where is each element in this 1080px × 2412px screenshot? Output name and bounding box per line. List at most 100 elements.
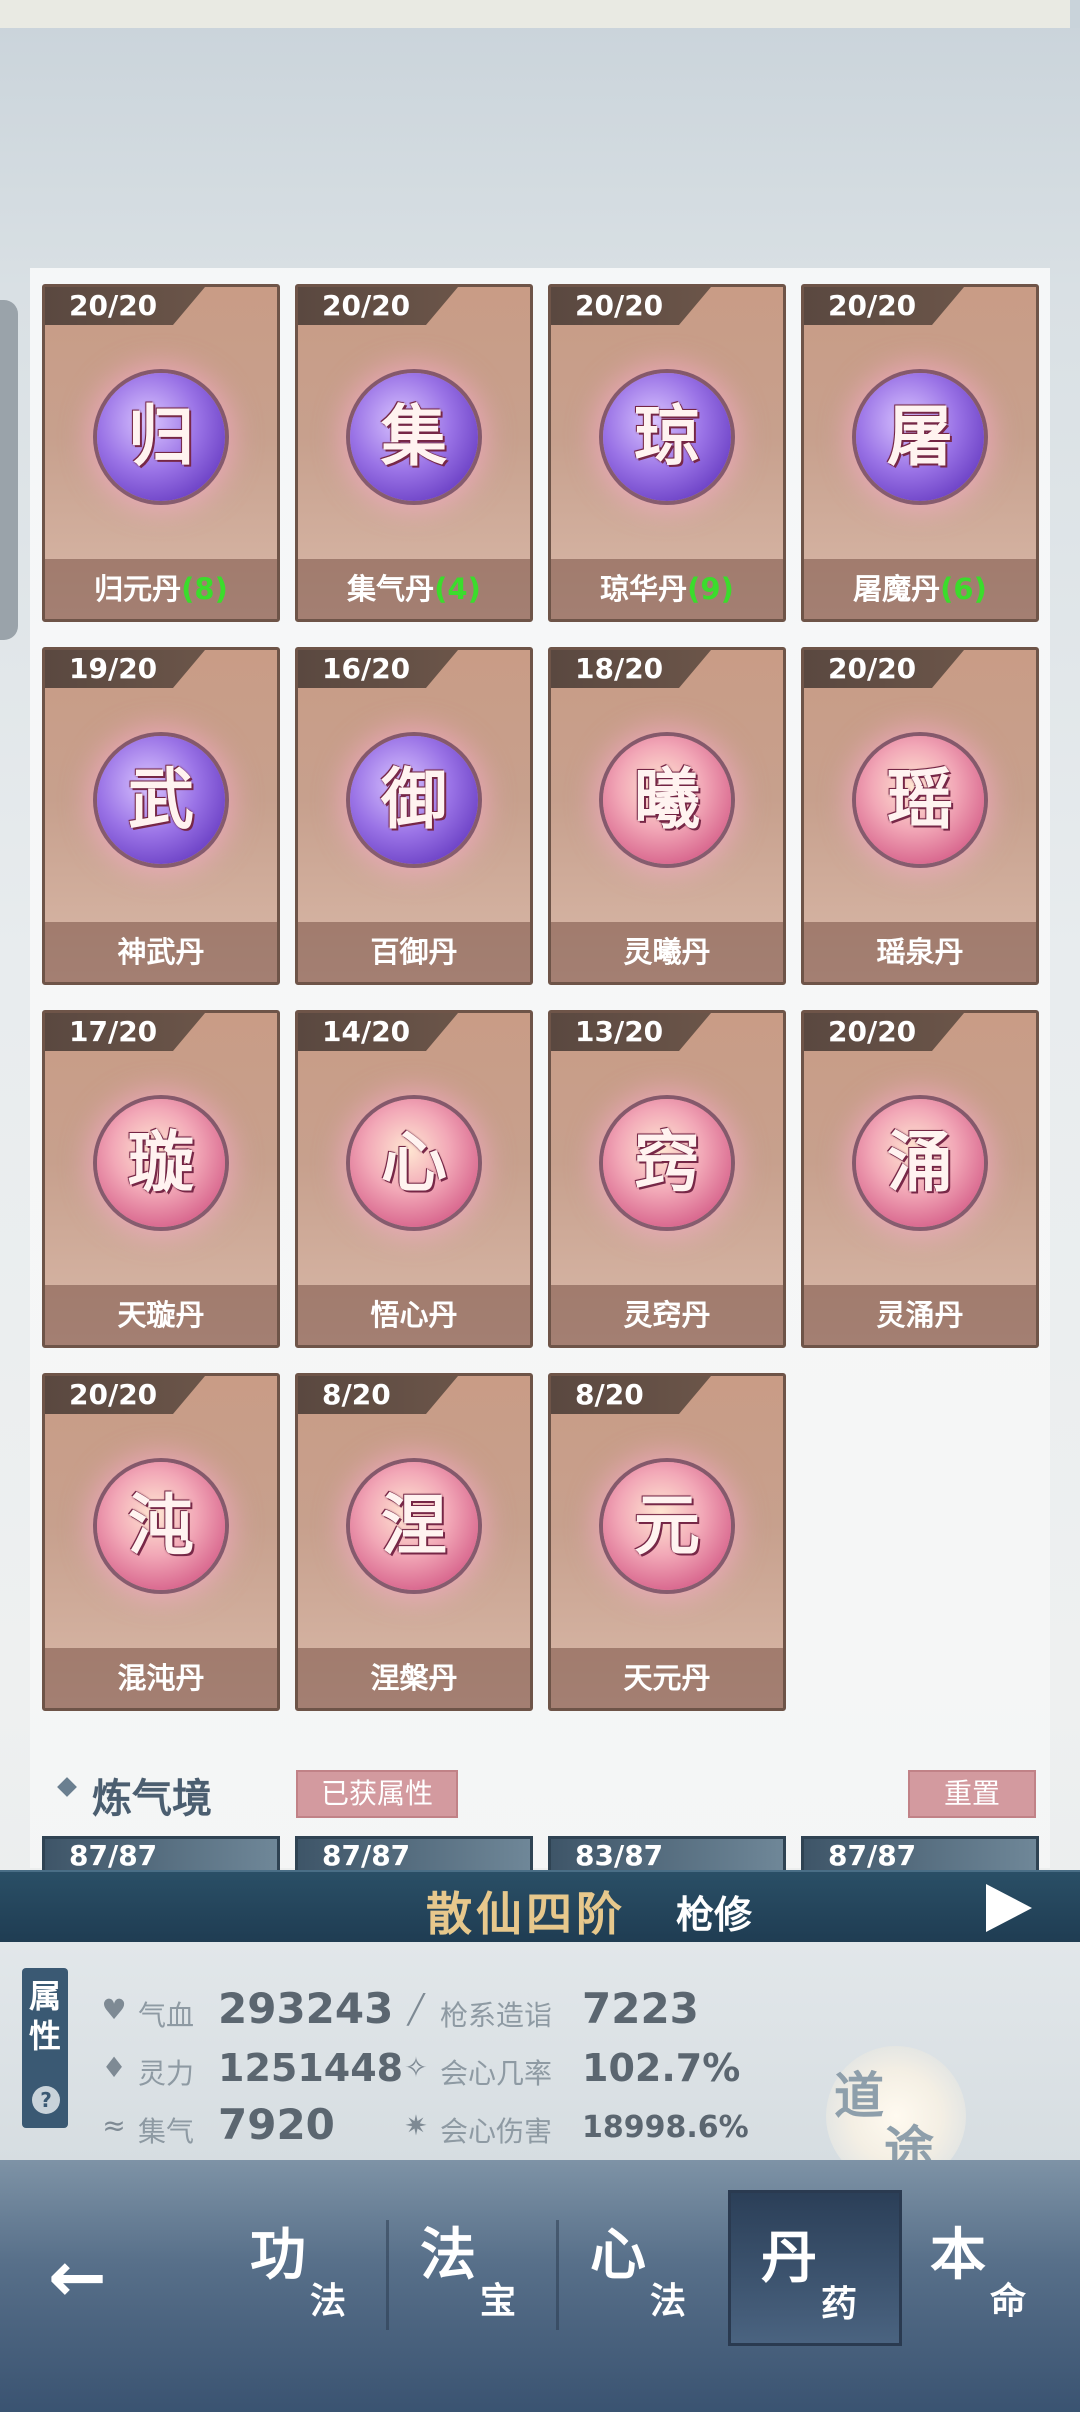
attributes-tab[interactable]: 属性 ? bbox=[22, 1968, 68, 2128]
pill-glyph: 集 bbox=[381, 398, 447, 475]
pill-name-bar: 神武丹 bbox=[45, 922, 277, 982]
pill-name: 归元丹 bbox=[94, 572, 182, 606]
pill-card[interactable]: 8/20 元天元丹 bbox=[548, 1373, 786, 1711]
nav-tab-gongfa[interactable]: 功法 bbox=[220, 2190, 388, 2340]
pill-count: 16/20 bbox=[322, 652, 411, 685]
pill-glyph: 琼 bbox=[634, 398, 700, 475]
pill-count: 20/20 bbox=[69, 289, 158, 322]
pill-glyph: 窍 bbox=[634, 1124, 700, 1201]
pill-orb-icon: 曦 bbox=[603, 736, 731, 864]
pill-glyph: 曦 bbox=[634, 761, 700, 838]
pill-orb-icon: 屠 bbox=[856, 373, 984, 501]
pill-orb-icon: 元 bbox=[603, 1462, 731, 1590]
pill-name: 天璇丹 bbox=[117, 1298, 205, 1332]
pill-count: 20/20 bbox=[575, 289, 664, 322]
next-row-card[interactable]: 83/87 bbox=[548, 1836, 786, 1873]
pill-card[interactable]: 20/20 瑶瑶泉丹 bbox=[801, 647, 1039, 985]
pill-name: 琼华丹 bbox=[600, 572, 688, 606]
pill-card[interactable]: 13/20 窍灵窍丹 bbox=[548, 1010, 786, 1348]
pill-orb-icon: 涌 bbox=[856, 1099, 984, 1227]
pill-card[interactable]: 20/20 归归元丹(8) bbox=[42, 284, 280, 622]
pill-name-bar: 悟心丹 bbox=[298, 1285, 530, 1345]
back-arrow-icon[interactable]: ← bbox=[48, 2236, 107, 2318]
pill-extra-count: (8) bbox=[181, 572, 228, 606]
pill-name-bar: 瑶泉丹 bbox=[804, 922, 1036, 982]
play-icon[interactable] bbox=[986, 1884, 1032, 1932]
pill-orb-icon: 窍 bbox=[603, 1099, 731, 1227]
obtained-attributes-button[interactable]: 已获属性 bbox=[296, 1770, 458, 1818]
pill-extra-count: (6) bbox=[940, 572, 987, 606]
pill-extra-count: (4) bbox=[434, 572, 481, 606]
pill-orb-icon: 武 bbox=[97, 736, 225, 864]
pill-card[interactable]: 20/20 琼琼华丹(9) bbox=[548, 284, 786, 622]
pill-name: 百御丹 bbox=[370, 935, 458, 969]
stat-gather: ≈ 集气 7920 bbox=[98, 2098, 398, 2154]
nav-tab-danyao[interactable]: 丹药 bbox=[728, 2190, 902, 2346]
pill-orb-icon: 琼 bbox=[603, 373, 731, 501]
pill-name-bar: 归元丹(8) bbox=[45, 559, 277, 619]
nav-tab-xinfa[interactable]: 心法 bbox=[560, 2190, 728, 2340]
pill-name: 天元丹 bbox=[623, 1661, 711, 1695]
pill-name: 灵曦丹 bbox=[623, 935, 711, 969]
pill-count: 8/20 bbox=[575, 1378, 644, 1411]
stat-crit-damage: ✷ 会心伤害 18998.6% bbox=[400, 2098, 780, 2154]
section-title: 炼气境 bbox=[92, 1776, 212, 1822]
pill-orb-icon: 璇 bbox=[97, 1099, 225, 1227]
realm-section-header: 炼气境 已获属性 重置 bbox=[0, 1762, 1080, 1822]
pill-card[interactable]: 19/20 武神武丹 bbox=[42, 647, 280, 985]
reset-button[interactable]: 重置 bbox=[908, 1770, 1036, 1818]
attributes-tab-label: 属性 bbox=[28, 1977, 61, 2055]
pill-name-bar: 百御丹 bbox=[298, 922, 530, 982]
pill-name-bar: 灵涌丹 bbox=[804, 1285, 1036, 1345]
pill-glyph: 心 bbox=[381, 1124, 447, 1201]
pill-card[interactable]: 18/20 曦灵曦丹 bbox=[548, 647, 786, 985]
pill-card[interactable]: 20/20 涌灵涌丹 bbox=[801, 1010, 1039, 1348]
bottom-nav: ← 功法 法宝 心法 丹药 本命 bbox=[0, 2160, 1080, 2412]
help-icon[interactable]: ? bbox=[32, 2086, 60, 2114]
pill-glyph: 沌 bbox=[128, 1487, 194, 1564]
pill-name: 集气丹 bbox=[347, 572, 435, 606]
side-drawer-handle[interactable] bbox=[0, 300, 18, 640]
crit-damage-icon: ✷ bbox=[404, 2109, 428, 2142]
pill-name-bar: 集气丹(4) bbox=[298, 559, 530, 619]
pill-count: 13/20 bbox=[575, 1015, 664, 1048]
next-row-card[interactable]: 87/87 bbox=[42, 1836, 280, 1873]
pill-card[interactable]: 16/20 御百御丹 bbox=[295, 647, 533, 985]
pill-card[interactable]: 17/20 璇天璇丹 bbox=[42, 1010, 280, 1348]
stat-spirit: ♦ 灵力 1251448 bbox=[98, 2040, 403, 2096]
pill-name: 混沌丹 bbox=[117, 1661, 205, 1695]
pill-count: 20/20 bbox=[828, 1015, 917, 1048]
pill-card[interactable]: 20/20 集集气丹(4) bbox=[295, 284, 533, 622]
pill-glyph: 屠 bbox=[887, 398, 953, 475]
pill-name: 灵窍丹 bbox=[623, 1298, 711, 1332]
nav-tab-benming[interactable]: 本命 bbox=[900, 2190, 1068, 2340]
pill-orb-icon: 瑶 bbox=[856, 736, 984, 864]
pill-glyph: 元 bbox=[634, 1487, 700, 1564]
pill-card[interactable]: 8/20 涅涅槃丹 bbox=[295, 1373, 533, 1711]
pill-count: 17/20 bbox=[69, 1015, 158, 1048]
pill-orb-icon: 归 bbox=[97, 373, 225, 501]
pill-name: 神武丹 bbox=[117, 935, 205, 969]
pill-orb-icon: 心 bbox=[350, 1099, 478, 1227]
swirl-icon: ≈ bbox=[102, 2109, 126, 2142]
pill-name-bar: 混沌丹 bbox=[45, 1648, 277, 1708]
crit-rate-icon: ✧ bbox=[404, 2051, 428, 2084]
pill-name-bar: 天璇丹 bbox=[45, 1285, 277, 1345]
nav-tab-fabao[interactable]: 法宝 bbox=[390, 2190, 558, 2340]
pill-name-bar: 琼华丹(9) bbox=[551, 559, 783, 619]
pill-count: 8/20 bbox=[322, 1378, 391, 1411]
pill-orb-icon: 沌 bbox=[97, 1462, 225, 1590]
pill-card[interactable]: 20/20 沌混沌丹 bbox=[42, 1373, 280, 1711]
pill-glyph: 御 bbox=[381, 761, 447, 838]
next-row-card[interactable]: 87/87 bbox=[295, 1836, 533, 1873]
stat-hp: ♥ 气血 293243 bbox=[98, 1982, 398, 2038]
stat-spear-mastery: ╱ 枪系造诣 7223 bbox=[400, 1982, 780, 2038]
pill-name-bar: 屠魔丹(6) bbox=[804, 559, 1036, 619]
pill-extra-count: (9) bbox=[687, 572, 734, 606]
pill-count: 14/20 bbox=[322, 1015, 411, 1048]
pill-card[interactable]: 14/20 心悟心丹 bbox=[295, 1010, 533, 1348]
pill-card[interactable]: 20/20 屠屠魔丹(6) bbox=[801, 284, 1039, 622]
status-strip bbox=[0, 0, 1080, 28]
next-row-card[interactable]: 87/87 bbox=[801, 1836, 1039, 1873]
pill-glyph: 归 bbox=[128, 398, 194, 475]
